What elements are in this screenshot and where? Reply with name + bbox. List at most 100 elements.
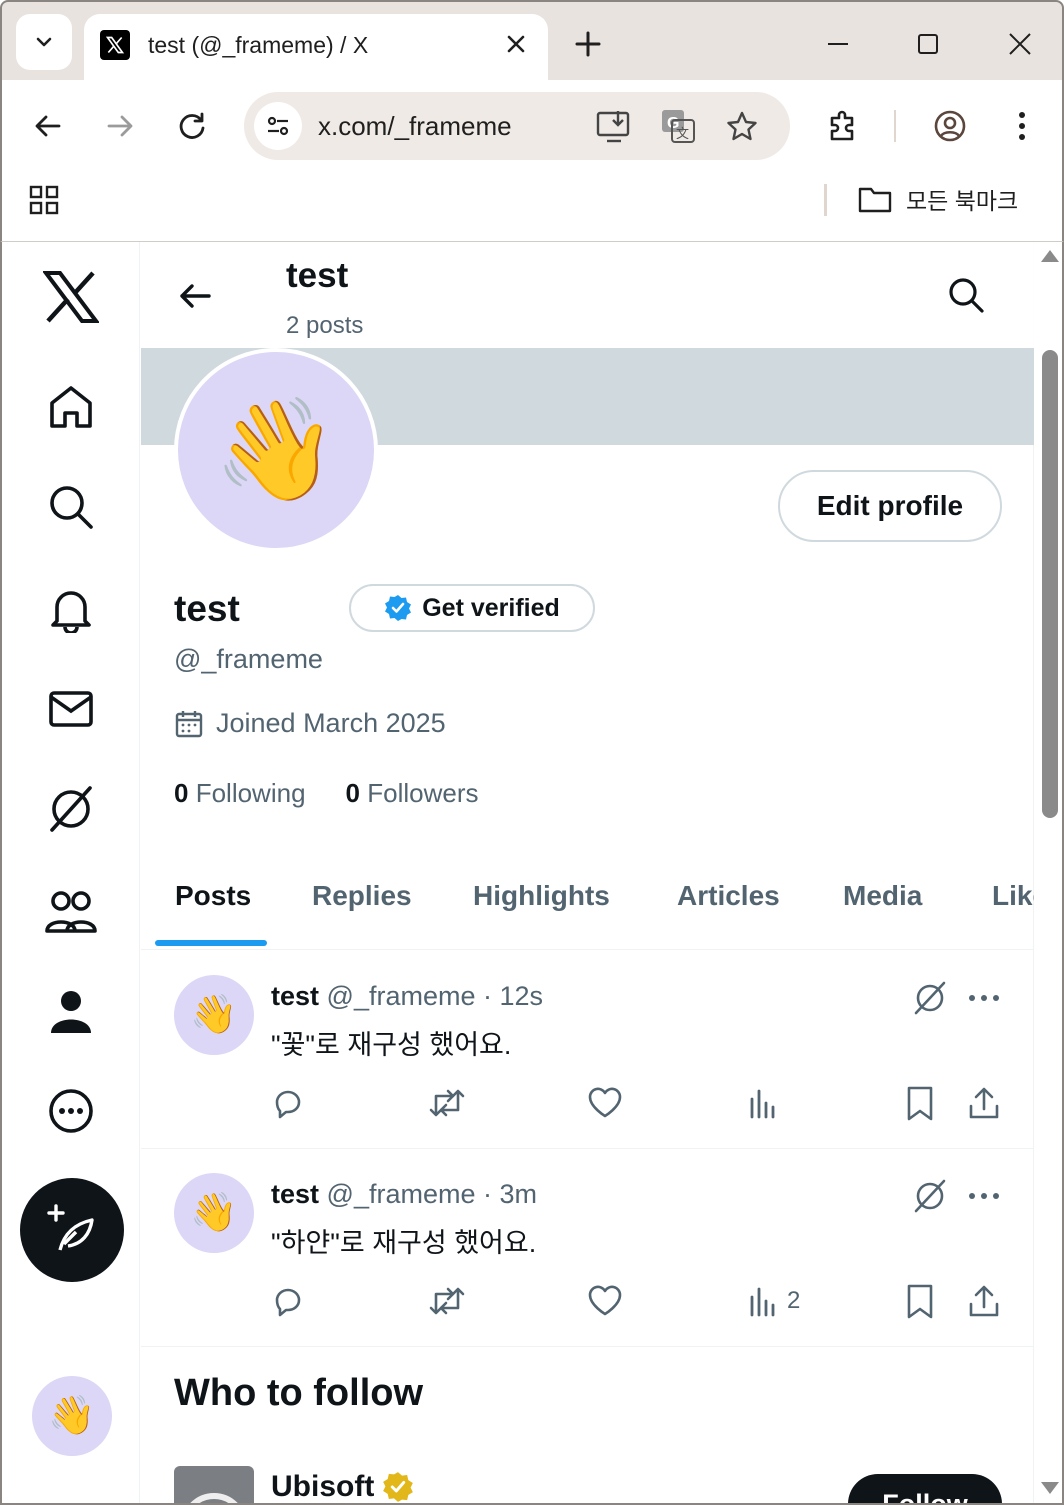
back-arrow-icon[interactable] [26, 104, 70, 148]
repost-action[interactable] [428, 1083, 466, 1123]
follow-button[interactable]: Follow [848, 1474, 1002, 1503]
tab-close-icon[interactable] [502, 30, 530, 58]
account-switcher-avatar[interactable]: 👋 [32, 1376, 112, 1456]
explore-search-icon[interactable] [42, 478, 100, 536]
bookmark-star-icon[interactable] [722, 106, 762, 146]
bookmark-action[interactable] [905, 1281, 935, 1321]
profile-tabs: Posts Replies Highlights Articles Media … [141, 852, 1034, 950]
profile-display-name: test [174, 588, 240, 629]
profile-account-icon[interactable] [928, 104, 972, 148]
forward-arrow-icon[interactable] [98, 104, 142, 148]
new-tab-plus-icon[interactable] [568, 24, 608, 64]
tab-title: test (@_frameme) / X [148, 32, 369, 58]
views-action[interactable] [747, 1083, 787, 1123]
tab-articles[interactable]: Articles [677, 880, 780, 912]
compose-post-button[interactable] [20, 1178, 124, 1282]
bookmark-action[interactable] [905, 1083, 935, 1123]
views-action[interactable]: 2 [747, 1281, 800, 1321]
browser-tab-active[interactable]: test (@_frameme) / X [84, 14, 548, 84]
reply-action[interactable] [271, 1281, 305, 1321]
grok-explain-icon[interactable] [909, 1175, 951, 1217]
address-bar[interactable]: x.com/_frameme G文 [244, 92, 790, 160]
more-options-icon[interactable] [963, 1175, 1005, 1217]
page-scrollbar[interactable] [1035, 242, 1062, 1503]
x-logo-icon [100, 30, 130, 60]
search-icon[interactable] [941, 270, 991, 320]
profile-person-icon[interactable] [42, 982, 100, 1040]
tab-posts[interactable]: Posts [175, 880, 251, 912]
notifications-bell-icon[interactable] [42, 580, 100, 638]
window-close-icon[interactable] [998, 22, 1042, 66]
post-item[interactable]: 👋 test @_frameme · 12s "꽃"로 재구성 했어요. [141, 951, 1034, 1149]
followers-link[interactable]: 0 Followers [346, 778, 479, 809]
post-author-avatar[interactable]: 👋 [174, 975, 254, 1055]
post-author-avatar[interactable]: 👋 [174, 1173, 254, 1253]
bookmarks-divider [824, 184, 827, 216]
views-chart-icon [750, 1089, 775, 1119]
grok-explain-icon[interactable] [909, 977, 951, 1019]
communities-icon[interactable] [42, 882, 100, 940]
post-timestamp[interactable]: · 12s [483, 981, 543, 1011]
maximize-icon[interactable] [906, 22, 950, 66]
bookmark-icon [907, 1086, 933, 1121]
following-count: 0 [174, 778, 189, 808]
profile-avatar[interactable]: 👋 [174, 348, 378, 552]
suggested-account-name[interactable]: Ubisoft [271, 1470, 414, 1503]
site-info-icon[interactable] [254, 102, 302, 150]
more-circle-icon[interactable] [42, 1082, 100, 1140]
following-link[interactable]: 0 Following [174, 778, 306, 809]
header-display-name: test [286, 256, 349, 295]
like-action[interactable] [587, 1083, 623, 1123]
scroll-up-arrow-icon[interactable] [1041, 250, 1059, 262]
scrollbar-thumb[interactable] [1042, 350, 1058, 818]
post-author-handle[interactable]: @_frameme [327, 1179, 476, 1209]
url-text[interactable]: x.com/_frameme [318, 111, 512, 142]
translate-icon[interactable]: G文 [658, 106, 698, 146]
gold-verified-badge-icon [383, 1472, 414, 1502]
post-timestamp[interactable]: · 3m [483, 1179, 537, 1209]
reply-icon [275, 1090, 301, 1119]
reload-icon[interactable] [170, 104, 214, 148]
views-count: 2 [787, 1287, 801, 1314]
tab-likes[interactable]: Likes [992, 880, 1034, 912]
more-options-icon[interactable] [963, 977, 1005, 1019]
views-chart-icon [750, 1287, 775, 1317]
minimize-icon[interactable] [816, 22, 860, 66]
folder-icon [858, 187, 892, 213]
edit-profile-button[interactable]: Edit profile [778, 470, 1002, 542]
active-tab-indicator [155, 940, 267, 946]
tab-search-button[interactable] [16, 14, 72, 70]
all-bookmarks-folder[interactable]: 모든 북마크 [858, 182, 1018, 216]
like-action[interactable] [587, 1281, 623, 1321]
grok-icon[interactable] [42, 780, 100, 838]
post-item[interactable]: 👋 test @_frameme · 3m "하얀"로 재구성 했어요. 2 [141, 1149, 1034, 1347]
repost-action[interactable] [428, 1281, 466, 1321]
post-author-name[interactable]: test [271, 981, 319, 1011]
extensions-icon[interactable] [822, 104, 866, 148]
profile-main-column: 👋 Edit profile test Get verified @_frame… [141, 242, 1034, 1503]
reply-action[interactable] [271, 1083, 305, 1123]
browser-menu-icon[interactable] [1000, 104, 1044, 148]
profile-handle: @_frameme [174, 644, 323, 674]
header-post-count: 2 posts [286, 312, 364, 339]
tab-highlights[interactable]: Highlights [473, 880, 610, 912]
following-label: Following [195, 778, 306, 808]
suggested-account-avatar[interactable] [174, 1466, 254, 1503]
scroll-down-arrow-icon[interactable] [1041, 1482, 1059, 1494]
suggested-account-name-text: Ubisoft [271, 1470, 375, 1503]
get-verified-button[interactable]: Get verified [349, 584, 595, 632]
back-arrow-icon[interactable] [171, 272, 219, 320]
share-action[interactable] [967, 1281, 1001, 1321]
tab-replies[interactable]: Replies [312, 880, 412, 912]
tab-media[interactable]: Media [843, 880, 922, 912]
share-action[interactable] [967, 1083, 1001, 1123]
home-icon[interactable] [42, 378, 100, 436]
x-home-logo-icon[interactable] [42, 268, 100, 326]
post-author-name[interactable]: test [271, 1179, 319, 1209]
install-app-icon[interactable] [594, 106, 634, 146]
post-author-handle[interactable]: @_frameme [327, 981, 476, 1011]
apps-grid-icon[interactable] [26, 182, 62, 218]
messages-envelope-icon[interactable] [42, 680, 100, 738]
verified-badge-icon [385, 595, 412, 621]
feather-plus-icon [47, 1204, 94, 1251]
